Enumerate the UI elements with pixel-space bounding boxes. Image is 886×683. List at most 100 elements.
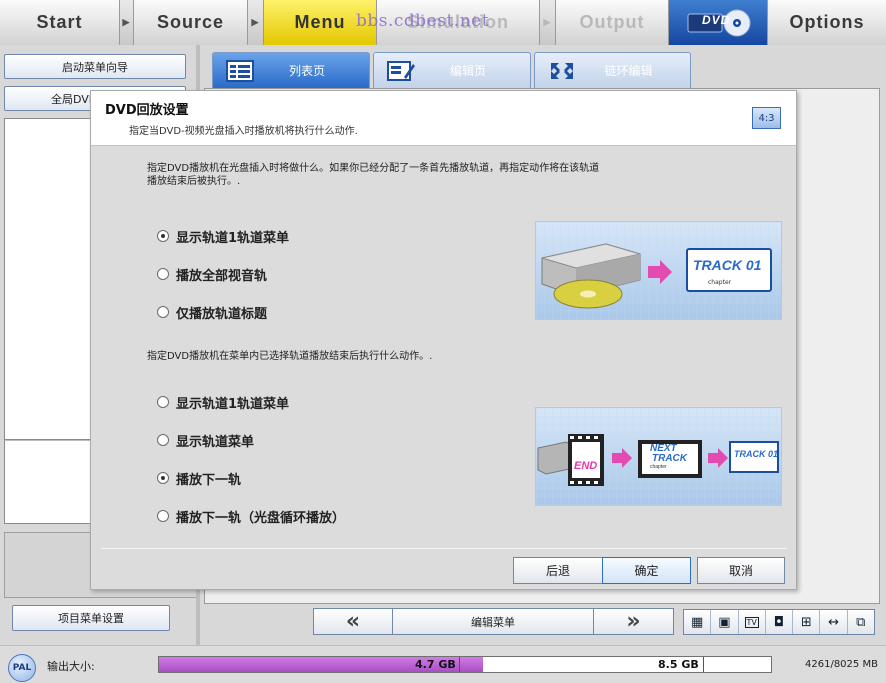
duplicate-button[interactable]: ⧉	[848, 610, 874, 634]
edit-menu-label: 编辑菜单	[471, 615, 515, 629]
next-label-line2: TRACK	[652, 453, 687, 464]
small-track01-label: TRACK 01	[734, 449, 779, 459]
start-menu-wizard-button[interactable]: 启动菜单向导	[4, 54, 186, 79]
dialog-divider	[101, 548, 787, 549]
next-track-label: NEXT TRACK chapter	[650, 444, 687, 471]
radio-play-track-title-only[interactable]: 仅播放轨道标题	[157, 303, 268, 322]
radio-after-show-track-menu[interactable]: 显示轨道菜单	[157, 431, 254, 450]
stretch-button[interactable]: ↔	[820, 610, 848, 634]
radio-button[interactable]	[157, 472, 169, 484]
radio-button[interactable]	[157, 510, 169, 522]
chapter-label: chapter	[708, 279, 732, 286]
radio-after-play-next-loop[interactable]: 播放下一轨（光盘循环播放）	[157, 507, 346, 526]
radio-after-play-next-track[interactable]: 播放下一轨	[157, 469, 241, 488]
arrow-separator-1: ▶	[120, 0, 134, 45]
tv-icon: TV	[744, 616, 759, 628]
ok-button[interactable]: 确定	[602, 557, 691, 584]
double-left-arrow-icon: «	[345, 609, 361, 634]
radio-button[interactable]	[157, 268, 169, 280]
tab-list-page[interactable]: 列表页	[212, 52, 370, 88]
aspect-ratio-label: 4:3	[758, 112, 775, 124]
dialog-title: DVD回放设置	[105, 103, 189, 118]
start-button[interactable]: Start	[0, 0, 120, 45]
dvd-format-button[interactable]: DVD	[669, 0, 768, 45]
usage-mb-text: 4261/8025 MB	[805, 659, 878, 670]
arrow-icon: ▶	[543, 17, 552, 27]
disc-insert-illustration: TRACK 01 chapter	[535, 221, 782, 320]
frame-icon: ◘	[773, 614, 785, 630]
source-button[interactable]: Source	[134, 0, 248, 45]
dvd5-capacity-marker	[459, 657, 460, 672]
align-grid-button[interactable]: ⊞	[793, 610, 821, 634]
radio-label: 播放全部视音轨	[176, 268, 268, 284]
double-right-arrow-icon: »	[626, 609, 641, 634]
back-button[interactable]: 后退	[513, 557, 603, 584]
stretch-arrows-icon: ↔	[828, 614, 839, 630]
radio-show-track1-menu[interactable]: 显示轨道1轨道菜单	[157, 227, 290, 246]
radio-after-show-track1-menu[interactable]: 显示轨道1轨道菜单	[157, 393, 290, 412]
section1-description: 指定DVD播放机在光盘插入时将做什么。如果你已经分配了一条首先播放轨道，再指定动…	[147, 162, 599, 188]
radio-label: 显示轨道1轨道菜单	[176, 396, 290, 412]
next-page-button[interactable]: »	[594, 609, 673, 634]
menu-navigation-bar: « 编辑菜单 »	[313, 608, 674, 635]
cancel-label: 取消	[728, 564, 753, 578]
watermark-text: bbs.cdbest.net	[356, 11, 490, 31]
track01-label: TRACK 01	[693, 257, 762, 273]
ok-label: 确定	[634, 564, 659, 578]
align-grid-icon: ⊞	[800, 614, 812, 630]
tab-link-edit-label: 链环编辑	[604, 64, 653, 78]
tv-preview-button[interactable]: TV	[739, 610, 766, 634]
radio-button[interactable]	[157, 434, 169, 446]
arrow-icon: ▶	[122, 17, 131, 27]
dialog-header: DVD回放设置 指定当DVD-视频光盘插入时播放机将执行什么动作. 4:3	[91, 91, 796, 146]
dvd9-capacity-marker	[703, 657, 704, 672]
end-label: END	[574, 460, 598, 472]
radio-button[interactable]	[157, 396, 169, 408]
previous-page-button[interactable]: «	[314, 609, 393, 634]
radio-play-all-tracks[interactable]: 播放全部视音轨	[157, 265, 268, 284]
tab-edit-page-label: 编辑页	[449, 64, 486, 78]
duplicate-icon: ⧉	[856, 614, 866, 630]
radio-button[interactable]	[157, 306, 169, 318]
disc-usage-bar: 4.7 GB 8.5 GB	[158, 656, 772, 673]
section2-description: 指定DVD播放机在菜单内已选择轨道播放结束后执行什么动作。.	[147, 351, 433, 362]
cancel-button[interactable]: 取消	[697, 557, 785, 584]
options-label: Options	[789, 12, 865, 32]
arrow-icon: ▶	[251, 17, 260, 27]
after-playback-illustration: END NEXT TRACK chapter TRACK 01	[535, 407, 782, 506]
grid-icon: ▦	[690, 614, 704, 630]
pal-format-button[interactable]: PAL	[8, 654, 36, 682]
radio-button[interactable]	[157, 230, 169, 242]
safe-area-icon: ▣	[718, 614, 731, 630]
tab-list-page-label: 列表页	[288, 64, 325, 78]
dialog-subtitle: 指定当DVD-视频光盘插入时播放机将执行什么动作.	[129, 126, 358, 137]
output-button[interactable]: Output	[556, 0, 669, 45]
edit-menu-button[interactable]: 编辑菜单	[393, 609, 594, 634]
back-label: 后退	[545, 564, 570, 578]
frame-button[interactable]: ◘	[766, 610, 794, 634]
aspect-ratio-badge[interactable]: 4:3	[752, 107, 781, 129]
dvd-playback-settings-dialog: DVD回放设置 指定当DVD-视频光盘插入时播放机将执行什么动作. 4:3 指定…	[90, 90, 797, 590]
output-label: Output	[579, 12, 645, 32]
wizard-label: 启动菜单向导	[62, 60, 128, 74]
tab-link-edit[interactable]: 链环编辑	[534, 52, 691, 88]
radio-label: 显示轨道1轨道菜单	[176, 230, 290, 246]
radio-label: 播放下一轨（光盘循环播放）	[176, 510, 346, 526]
safe-area-button[interactable]: ▣	[711, 610, 739, 634]
track01-card: TRACK 01 chapter	[686, 248, 772, 292]
dvd-label: DVD	[702, 13, 731, 27]
pal-label: PAL	[12, 663, 32, 673]
edit-page-icon	[387, 60, 415, 81]
options-button[interactable]: Options	[768, 0, 886, 45]
tab-edit-page[interactable]: 编辑页	[373, 52, 531, 88]
project-menu-label: 项目菜单设置	[58, 612, 124, 625]
radio-label: 仅播放轨道标题	[176, 306, 268, 322]
list-page-icon	[226, 59, 254, 82]
project-menu-settings-button[interactable]: 项目菜单设置	[12, 605, 170, 631]
grid-view-button[interactable]: ▦	[684, 610, 712, 634]
status-bar: PAL 输出大小: 4.7 GB 8.5 GB 4261/8025 MB	[0, 645, 886, 683]
next-chapter-label: chapter	[650, 464, 667, 470]
arrow-separator-2: ▶	[248, 0, 264, 45]
section1-description-line1: 指定DVD播放机在光盘插入时将做什么。如果你已经分配了一条首先播放轨道，再指定动…	[147, 163, 600, 174]
dvd5-size-label: 4.7 GB	[415, 658, 456, 671]
